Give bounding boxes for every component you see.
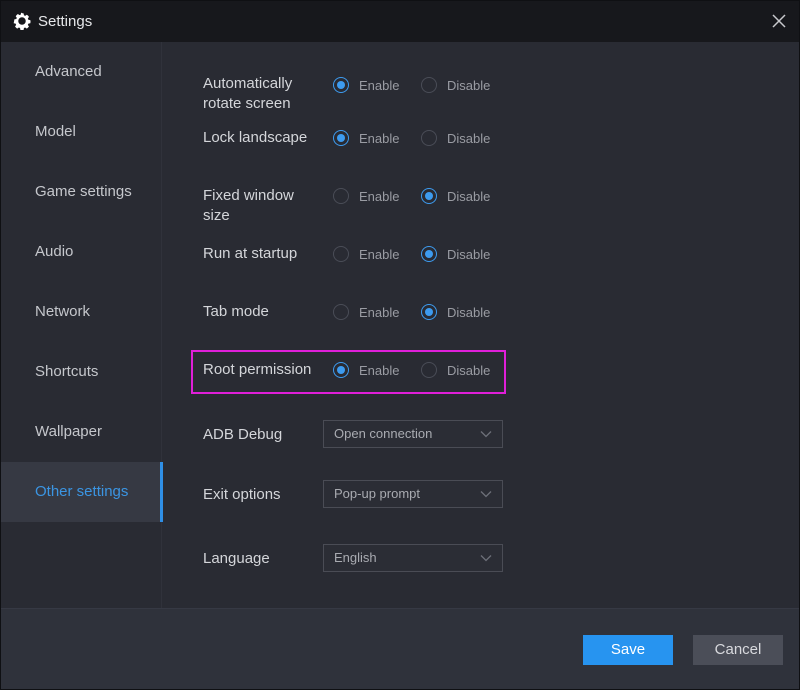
sidebar-item-audio[interactable]: Audio	[1, 222, 162, 282]
radio-disable[interactable]: Disable	[421, 130, 490, 146]
radio-circle	[333, 130, 349, 146]
setting-label: Tab mode	[203, 303, 269, 320]
chevron-down-icon	[480, 431, 492, 438]
sidebar-item-label: Audio	[35, 243, 74, 260]
radio-circle	[333, 362, 349, 378]
sidebar-item-advanced[interactable]: Advanced	[1, 42, 162, 102]
settings-panel: Automatically rotate screen Enable Disab…	[163, 42, 799, 608]
settings-window: Settings Advanced Model Game settings Au…	[0, 0, 800, 690]
sidebar-item-other-settings[interactable]: Other settings	[1, 462, 163, 522]
radio-enable[interactable]: Enable	[333, 130, 399, 146]
sidebar-item-label: Other settings	[35, 483, 129, 500]
radio-circle	[333, 188, 349, 204]
radio-disable[interactable]: Disable	[421, 362, 490, 378]
radio-circle	[421, 362, 437, 378]
cancel-button[interactable]: Cancel	[693, 635, 783, 665]
setting-label: Run at startup	[203, 245, 298, 262]
setting-label: Automatically rotate screen	[203, 75, 293, 112]
save-button[interactable]: Save	[583, 635, 673, 665]
sidebar-item-shortcuts[interactable]: Shortcuts	[1, 342, 162, 402]
sidebar-item-label: Wallpaper	[35, 423, 102, 440]
radio-circle	[333, 246, 349, 262]
gear-icon	[13, 12, 31, 30]
radio-enable[interactable]: Enable	[333, 246, 399, 262]
radio-circle	[421, 304, 437, 320]
radio-circle	[421, 188, 437, 204]
setting-label: Fixed window size	[203, 187, 294, 224]
sidebar-item-wallpaper[interactable]: Wallpaper	[1, 402, 162, 462]
radio-disable[interactable]: Disable	[421, 188, 490, 204]
title-bar: Settings	[1, 1, 799, 42]
radio-disable[interactable]: Disable	[421, 77, 490, 93]
window-title: Settings	[38, 13, 93, 30]
setting-label: ADB Debug	[203, 426, 283, 443]
sidebar-item-game-settings[interactable]: Game settings	[1, 162, 162, 222]
setting-label: Exit options	[203, 486, 281, 503]
footer: Save Cancel	[1, 608, 799, 689]
radio-disable[interactable]: Disable	[421, 246, 490, 262]
radio-enable[interactable]: Enable	[333, 304, 399, 320]
chevron-down-icon	[480, 491, 492, 498]
setting-label: Root permission	[203, 361, 312, 378]
setting-row-adb-debug: ADB Debug Open connection	[163, 420, 799, 448]
radio-circle	[421, 130, 437, 146]
language-select[interactable]: English	[323, 544, 503, 572]
sidebar-item-label: Shortcuts	[35, 363, 99, 380]
radio-enable[interactable]: Enable	[333, 188, 399, 204]
close-icon[interactable]	[769, 11, 789, 31]
setting-label: Language	[203, 550, 270, 567]
chevron-down-icon	[480, 555, 492, 562]
setting-row-language: Language English	[163, 544, 799, 572]
setting-row-exit-options: Exit options Pop-up prompt	[163, 480, 799, 508]
radio-circle	[333, 77, 349, 93]
radio-enable[interactable]: Enable	[333, 77, 399, 93]
sidebar-item-label: Advanced	[35, 63, 102, 80]
sidebar: Advanced Model Game settings Audio Netwo…	[1, 42, 163, 608]
radio-disable[interactable]: Disable	[421, 304, 490, 320]
sidebar-item-label: Network	[35, 303, 91, 320]
radio-enable[interactable]: Enable	[333, 362, 399, 378]
radio-circle	[421, 77, 437, 93]
setting-label: Lock landscape	[203, 129, 308, 146]
sidebar-item-label: Game settings	[35, 183, 132, 200]
adb-debug-select[interactable]: Open connection	[323, 420, 503, 448]
radio-circle	[333, 304, 349, 320]
sidebar-item-label: Model	[35, 123, 76, 140]
exit-options-select[interactable]: Pop-up prompt	[323, 480, 503, 508]
sidebar-item-network[interactable]: Network	[1, 282, 162, 342]
sidebar-item-model[interactable]: Model	[1, 102, 162, 162]
radio-circle	[421, 246, 437, 262]
